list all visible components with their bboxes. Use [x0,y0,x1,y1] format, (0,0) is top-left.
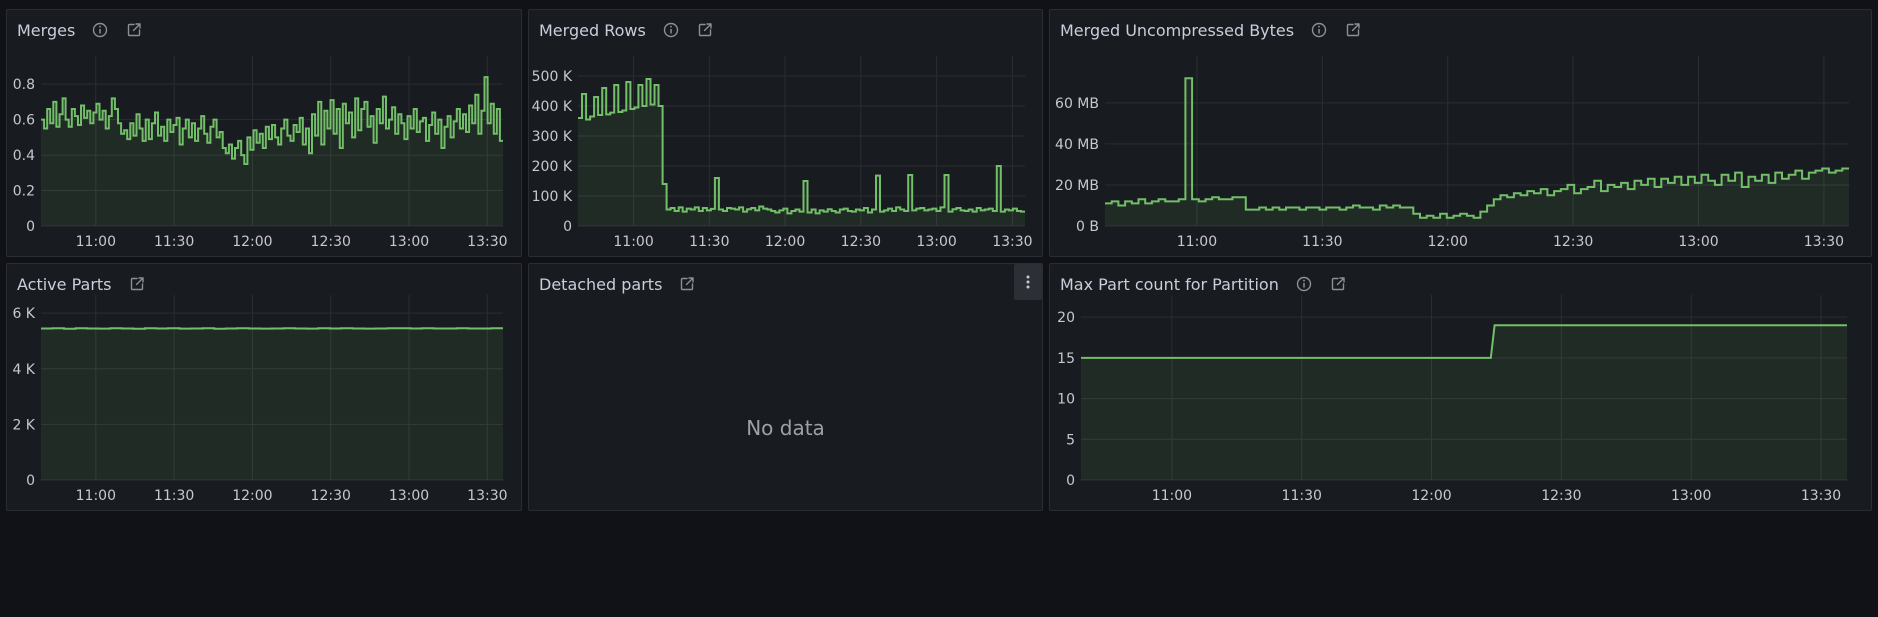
panel-merges[interactable]: Merges 0 0.2 0.4 0.6 0.8 11:00 11:30 12:00 12:30… [6,9,522,257]
y-tick-label: 0 B [1076,219,1099,235]
merged-rows-chart[interactable]: 0 100 K 200 K 300 K 400 K 500 K 11:00 11:30 12:0… [529,10,1043,257]
y-tick-label: 6 K [12,306,35,322]
y-tick-label: 4 K [12,362,35,378]
y-tick-label: 400 K [532,99,573,115]
y-tick-label: 60 MB [1055,96,1099,112]
series-line [41,327,503,330]
x-tick-label: 11:30 [154,234,194,250]
y-tick-label: 0.2 [13,184,35,200]
external-link-icon[interactable] [678,275,696,293]
y-tick-label: 200 K [532,159,573,175]
x-tick-label: 13:30 [1801,488,1841,504]
x-tick-label: 11:00 [76,234,116,250]
y-tick-label: 20 [1057,310,1075,326]
x-tick-label: 12:30 [1541,488,1581,504]
x-tick-label: 12:00 [232,488,272,504]
y-tick-label: 2 K [12,417,35,433]
x-tick-label: 12:00 [765,234,805,250]
series-area [1081,325,1847,480]
y-tick-label: 300 K [532,129,573,145]
y-tick-label: 15 [1057,351,1075,367]
x-tick-label: 12:30 [841,234,881,250]
x-tick-label: 12:00 [232,234,272,250]
kebab-menu-icon [1026,275,1030,289]
merges-chart[interactable]: 0 0.2 0.4 0.6 0.8 11:00 11:30 12:00 12:30 13:00 13… [7,10,522,257]
y-tick-label: 10 [1057,392,1075,408]
panel-title: Detached parts [539,274,663,294]
x-tick-label: 12:00 [1428,234,1468,250]
x-tick-label: 12:30 [311,488,351,504]
x-tick-label: 13:30 [467,234,507,250]
panel-max-part-count[interactable]: Max Part count for Partition 0 5 10 15 20 11:… [1049,263,1872,511]
merged-uncompressed-bytes-chart[interactable]: 0 B 20 MB 40 MB 60 MB 11:00 11:30 12:00 12:30 13… [1050,10,1872,257]
x-tick-label: 11:30 [689,234,729,250]
x-tick-label: 13:00 [1671,488,1711,504]
x-tick-label: 13:30 [467,488,507,504]
y-tick-label: 40 MB [1055,137,1099,153]
panel-detached-parts[interactable]: Detached parts No data [528,263,1043,511]
y-tick-label: 0 [26,473,35,489]
x-tick-label: 12:30 [1553,234,1593,250]
x-tick-label: 12:30 [311,234,351,250]
y-tick-label: 0 [26,219,35,235]
x-tick-label: 12:00 [1411,488,1451,504]
x-tick-label: 13:30 [992,234,1032,250]
series-area [41,77,503,226]
x-tick-label: 11:00 [76,488,116,504]
dashboard: Merges 0 0.2 0.4 0.6 0.8 11:00 11:30 12:00 12:30… [0,0,1878,617]
x-tick-label: 11:30 [154,488,194,504]
y-tick-label: 0.4 [13,148,35,164]
panel-menu-button[interactable] [1014,264,1042,300]
y-tick-label: 0 [1066,473,1075,489]
x-tick-label: 11:00 [1177,234,1217,250]
x-tick-label: 13:00 [916,234,956,250]
panel-merged-uncompressed-bytes[interactable]: Merged Uncompressed Bytes 0 B 20 MB 40 MB 6… [1049,9,1872,257]
y-tick-label: 0.8 [13,77,35,93]
series-area [578,79,1025,226]
panel-header: Detached parts [539,272,696,296]
x-tick-label: 11:00 [1152,488,1192,504]
y-tick-label: 20 MB [1055,178,1099,194]
series-area [1105,78,1849,226]
max-part-count-chart[interactable]: 0 5 10 15 20 11:00 11:30 12:00 12:30 13:00 13:30 [1050,264,1872,511]
active-parts-chart[interactable]: 0 2 K 4 K 6 K 11:00 11:30 12:00 12:30 13:00 13:30 [7,264,522,511]
y-tick-label: 0 [563,219,572,235]
y-tick-label: 100 K [532,189,573,205]
x-tick-label: 11:00 [613,234,653,250]
y-tick-label: 0.6 [13,113,35,129]
x-tick-label: 13:00 [1678,234,1718,250]
x-tick-label: 11:30 [1282,488,1322,504]
panel-merged-rows[interactable]: Merged Rows 0 100 K 200 K 300 K 400 K 500 K 11… [528,9,1043,257]
y-tick-label: 5 [1066,432,1075,448]
x-tick-label: 13:00 [389,234,429,250]
no-data-message: No data [746,416,825,440]
x-tick-label: 11:30 [1302,234,1342,250]
x-tick-label: 13:30 [1804,234,1844,250]
x-tick-label: 13:00 [389,488,429,504]
panel-active-parts[interactable]: Active Parts 02 K4 K6 K 11:00 11:30 12:00 12… [6,263,522,511]
y-tick-label: 500 K [532,69,573,85]
series-area [41,328,503,480]
